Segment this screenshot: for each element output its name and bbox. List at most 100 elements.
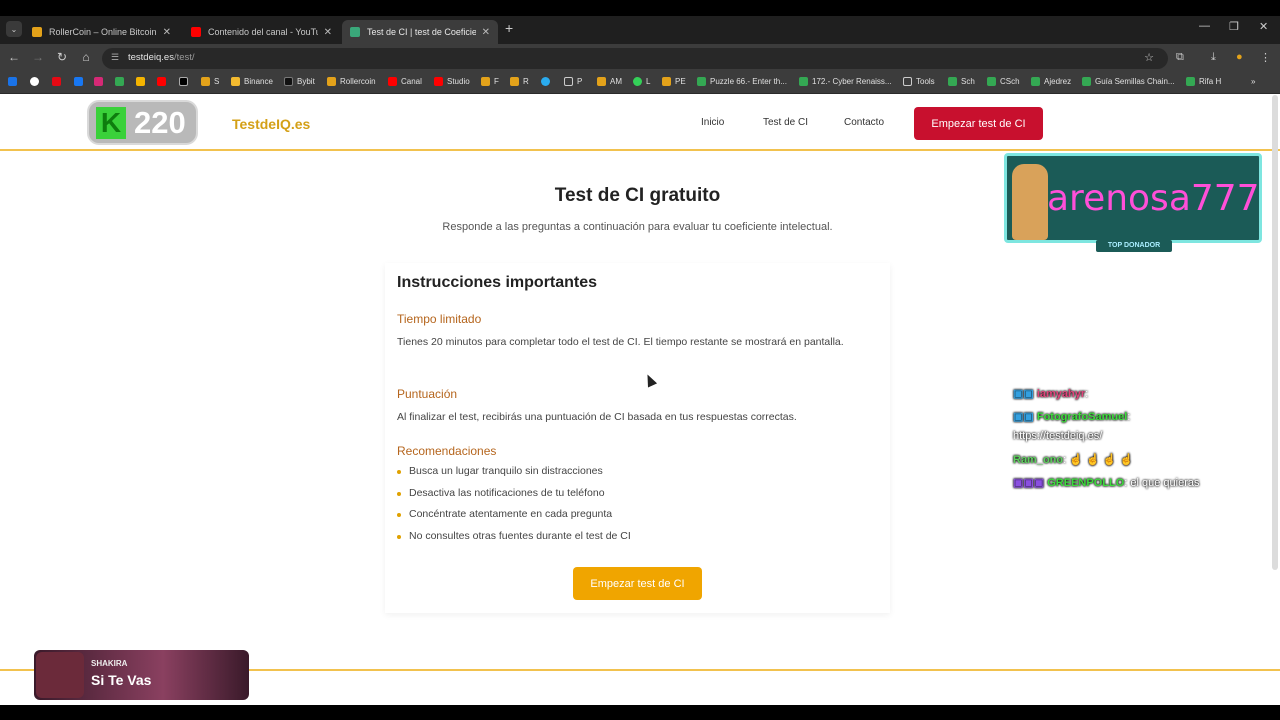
- close-tab-icon[interactable]: ✕: [324, 27, 332, 38]
- bookmark-tools[interactable]: Tools: [903, 77, 935, 86]
- bookmark-binance[interactable]: Binance: [231, 77, 273, 86]
- chat-message: ▣▣ FotografoSamuel:: [1013, 411, 1131, 423]
- bookmark-icon-only[interactable]: [74, 77, 87, 86]
- testdeiq-favicon-icon: [350, 27, 360, 37]
- song-artist: SHAKIRA: [91, 659, 128, 668]
- youtube-icon: [388, 77, 397, 86]
- badge-icon: ▣▣▣: [1013, 477, 1048, 489]
- sheets-icon: [948, 77, 957, 86]
- bookmark-canal[interactable]: Canal: [388, 77, 422, 86]
- bookmark-l[interactable]: L: [633, 77, 650, 86]
- app-icon: [481, 77, 490, 86]
- site-brand[interactable]: TestdeIQ.es: [232, 116, 310, 132]
- bottom-black-bar: [0, 705, 1280, 720]
- bookmark-csch[interactable]: CSch: [987, 77, 1020, 86]
- bookmarks-bar: S Binance Bybit Rollercoin Canal Studio …: [0, 72, 1280, 94]
- restore-icon[interactable]: ❐: [1229, 20, 1239, 33]
- nav-inicio[interactable]: Inicio: [701, 117, 724, 128]
- bookmark-rifa[interactable]: Rifa H: [1186, 77, 1221, 86]
- reload-icon[interactable]: ↻: [54, 50, 70, 64]
- sheets-icon: [1031, 77, 1040, 86]
- bookmark-pe[interactable]: PE: [662, 77, 686, 86]
- chat-message: ▣▣▣ GREENPOLLO: el que quieras: [1013, 477, 1200, 489]
- sheets-icon: [1186, 77, 1195, 86]
- top-black-bar: [0, 0, 1280, 16]
- close-window-icon[interactable]: ✕: [1259, 20, 1268, 33]
- album-art: [36, 652, 84, 698]
- nav-contacto[interactable]: Contacto: [844, 117, 884, 128]
- more-bookmarks-icon[interactable]: »: [1251, 77, 1255, 86]
- bookmark-icon-only[interactable]: [94, 77, 107, 86]
- app-icon: [8, 77, 17, 86]
- list-item: No consultes otras fuentes durante el te…: [397, 530, 631, 552]
- page-scrollbar[interactable]: [1272, 95, 1278, 570]
- forward-icon[interactable]: →: [30, 50, 46, 64]
- bookmark-icon-only[interactable]: [8, 77, 21, 86]
- list-item: Concéntrate atentamente en cada pregunta: [397, 508, 631, 530]
- rollercoin-favicon-icon: [32, 27, 42, 37]
- bookmark-bybit[interactable]: Bybit: [284, 77, 315, 86]
- chat-message: ▣▣ iamyahyr:: [1013, 388, 1089, 400]
- home-icon[interactable]: ⌂: [78, 50, 94, 64]
- minimize-icon[interactable]: —: [1199, 20, 1210, 32]
- bookmark-ajedrez[interactable]: Ajedrez: [1031, 77, 1071, 86]
- start-test-button[interactable]: Empezar test de CI: [573, 567, 702, 600]
- list-item: Busca un lugar tranquilo sin distraccion…: [397, 465, 631, 487]
- bookmark-sch[interactable]: Sch: [948, 77, 975, 86]
- header-start-test-button[interactable]: Empezar test de CI: [914, 107, 1043, 140]
- url-path: /test/: [173, 52, 195, 63]
- bookmark-icon-only[interactable]: [115, 77, 128, 86]
- close-tab-icon[interactable]: ✕: [482, 27, 490, 38]
- bybit-icon: [284, 77, 293, 86]
- tab-rollercoin[interactable]: RollerCoin – Online Bitcoin Mining ✕: [24, 20, 179, 44]
- bookmark-rollercoin[interactable]: Rollercoin: [327, 77, 376, 86]
- bookmark-icon-only[interactable]: [30, 77, 43, 86]
- bookmark-icon-only[interactable]: [52, 77, 65, 86]
- sheets-icon: [799, 77, 808, 86]
- song-title: Si Te Vas: [91, 672, 152, 688]
- site-info-icon[interactable]: ☰: [111, 52, 119, 63]
- url-host: testdeiq.es: [128, 52, 174, 63]
- instagram-icon: [94, 77, 103, 86]
- back-icon[interactable]: ←: [6, 50, 22, 64]
- time-limit-text: Tienes 20 minutos para completar todo el…: [397, 336, 844, 348]
- bookmark-icon-only[interactable]: [157, 77, 170, 86]
- bookmark-f[interactable]: F: [481, 77, 499, 86]
- list-item: Desactiva las notificaciones de tu teléf…: [397, 487, 631, 509]
- close-tab-icon[interactable]: ✕: [163, 27, 171, 38]
- score-heading: Puntuación: [397, 387, 458, 401]
- extension-rollercoin-icon[interactable]: ●: [1236, 51, 1243, 63]
- tab-search-icon[interactable]: ⌄: [6, 21, 22, 37]
- youtube-icon: [157, 77, 166, 86]
- app-icon: [136, 77, 145, 86]
- download-icon[interactable]: ⤓: [1211, 51, 1216, 64]
- new-tab-button[interactable]: +: [505, 20, 513, 36]
- bookmark-am[interactable]: AM: [597, 77, 622, 86]
- bookmark-icon-only[interactable]: [179, 77, 192, 86]
- bookmark-telegram[interactable]: [541, 77, 554, 86]
- url-text[interactable]: testdeiq.es/test/: [128, 52, 195, 63]
- bookmark-guia[interactable]: Guía Semillas Chain...: [1082, 77, 1175, 86]
- bookmark-puzzle[interactable]: Puzzle 66.- Enter th...: [697, 77, 787, 86]
- tab-strip: RollerCoin – Online Bitcoin Mining ✕ Con…: [0, 16, 1280, 44]
- score-text: Al finalizar el test, recibirás una punt…: [397, 411, 797, 423]
- bookmark-icon-only[interactable]: [136, 77, 149, 86]
- address-bar[interactable]: ☰ testdeiq.es/test/ ☆: [102, 48, 1168, 69]
- netflix-icon: [52, 77, 61, 86]
- nav-test-de-ci[interactable]: Test de CI: [763, 117, 808, 128]
- folder-icon: [903, 77, 912, 86]
- bookmark-star-icon[interactable]: ☆: [1144, 51, 1154, 64]
- app-icon: [30, 77, 39, 86]
- extensions-icon[interactable]: ⧉: [1176, 51, 1184, 64]
- bookmark-p[interactable]: P: [564, 77, 582, 86]
- bookmark-cyber[interactable]: 172.- Cyber Renaiss...: [799, 77, 892, 86]
- menu-icon[interactable]: ⋮: [1260, 51, 1271, 64]
- logo-k-icon: K: [96, 106, 126, 139]
- bookmark-s[interactable]: S: [201, 77, 219, 86]
- tab-youtube[interactable]: Contenido del canal - YouTube ✕: [183, 20, 340, 44]
- tab-testdeiq[interactable]: Test de CI | test de Coeficiente I ✕: [342, 20, 498, 44]
- bookmark-r[interactable]: R: [510, 77, 529, 86]
- bookmark-studio[interactable]: Studio: [434, 77, 470, 86]
- binance-icon: [231, 77, 240, 86]
- badge-icon: ▣▣: [1013, 411, 1037, 423]
